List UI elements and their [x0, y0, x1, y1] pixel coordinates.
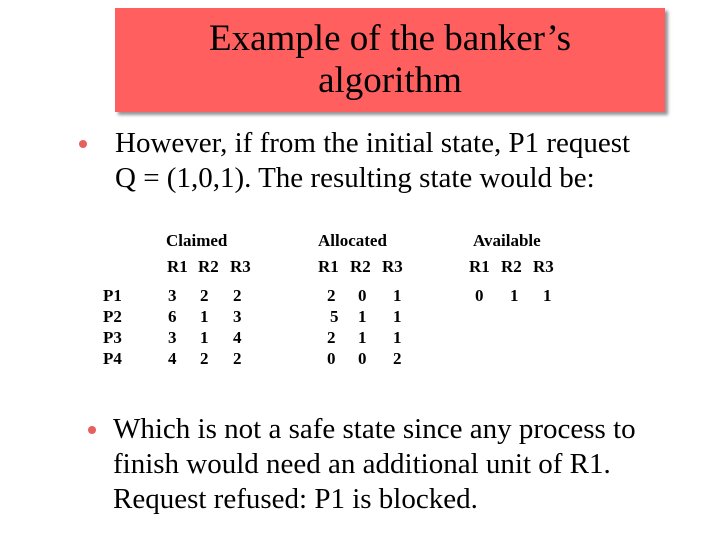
allocated-header: Allocated: [318, 231, 387, 250]
bullet-text-line: Which is not a safe state since any proc…: [113, 413, 636, 445]
claimed-cell: 3: [233, 307, 242, 326]
available-cell: 0: [475, 286, 484, 305]
claimed-header: Claimed: [166, 231, 228, 250]
allocated-cell: 0: [358, 349, 367, 368]
allocated-resource-header: R3: [382, 257, 403, 276]
allocated-cell: 1: [358, 328, 367, 347]
available-resource-header: R2: [501, 257, 522, 276]
claimed-cell: 6: [168, 307, 177, 326]
title-line-2: algorithm: [318, 60, 462, 101]
slide-title: Example of the banker’s algorithm: [115, 8, 665, 112]
claimed-cell: 2: [233, 286, 242, 305]
bullet-item-request: However, if from the initial state, P1 r…: [74, 126, 630, 196]
allocated-cell: 1: [358, 307, 367, 326]
bullet-item-conclusion: Which is not a safe state since any proc…: [113, 412, 636, 517]
claimed-resource-header: R1: [167, 257, 188, 276]
available-resource-header: R1: [469, 257, 490, 276]
claimed-cell: 1: [200, 328, 209, 347]
allocated-resource-header: R2: [350, 257, 371, 276]
process-label: P3: [103, 328, 122, 347]
allocated-cell: 2: [327, 286, 336, 305]
allocated-cell: 1: [393, 286, 402, 305]
claimed-cell: 2: [200, 349, 209, 368]
claimed-cell: 2: [200, 286, 209, 305]
process-label: P2: [103, 307, 122, 326]
bullet-dot-icon: [88, 426, 96, 434]
allocated-resource-header: R1: [318, 257, 339, 276]
bullet-text-line: Q = (1,0,1). The resulting state would b…: [115, 162, 595, 194]
process-label: P1: [103, 286, 122, 305]
process-label: P4: [103, 349, 122, 368]
available-header: Available: [473, 231, 541, 250]
allocated-cell: 1: [393, 307, 402, 326]
claimed-cell: 4: [168, 349, 177, 368]
title-line-1: Example of the banker’s: [209, 18, 571, 59]
allocated-cell: 5: [330, 307, 339, 326]
available-resource-header: R3: [533, 257, 554, 276]
available-cell: 1: [510, 286, 519, 305]
claimed-cell: 4: [233, 328, 242, 347]
bullet-text-line: However, if from the initial state, P1 r…: [115, 127, 631, 159]
claimed-resource-header: R3: [230, 257, 251, 276]
allocated-cell: 2: [327, 328, 336, 347]
bullet-text-line: Request refused: P1 is blocked.: [113, 483, 478, 515]
allocated-cell: 2: [393, 349, 402, 368]
allocated-cell: 1: [393, 328, 402, 347]
claimed-resource-header: R2: [198, 257, 219, 276]
claimed-cell: 1: [200, 307, 209, 326]
claimed-cell: 3: [168, 286, 177, 305]
allocated-cell: 0: [327, 349, 336, 368]
allocated-cell: 0: [358, 286, 367, 305]
claimed-cell: 2: [233, 349, 242, 368]
available-cell: 1: [543, 286, 552, 305]
claimed-cell: 3: [168, 328, 177, 347]
bullet-text-line: finish would need an additional unit of …: [113, 448, 611, 480]
